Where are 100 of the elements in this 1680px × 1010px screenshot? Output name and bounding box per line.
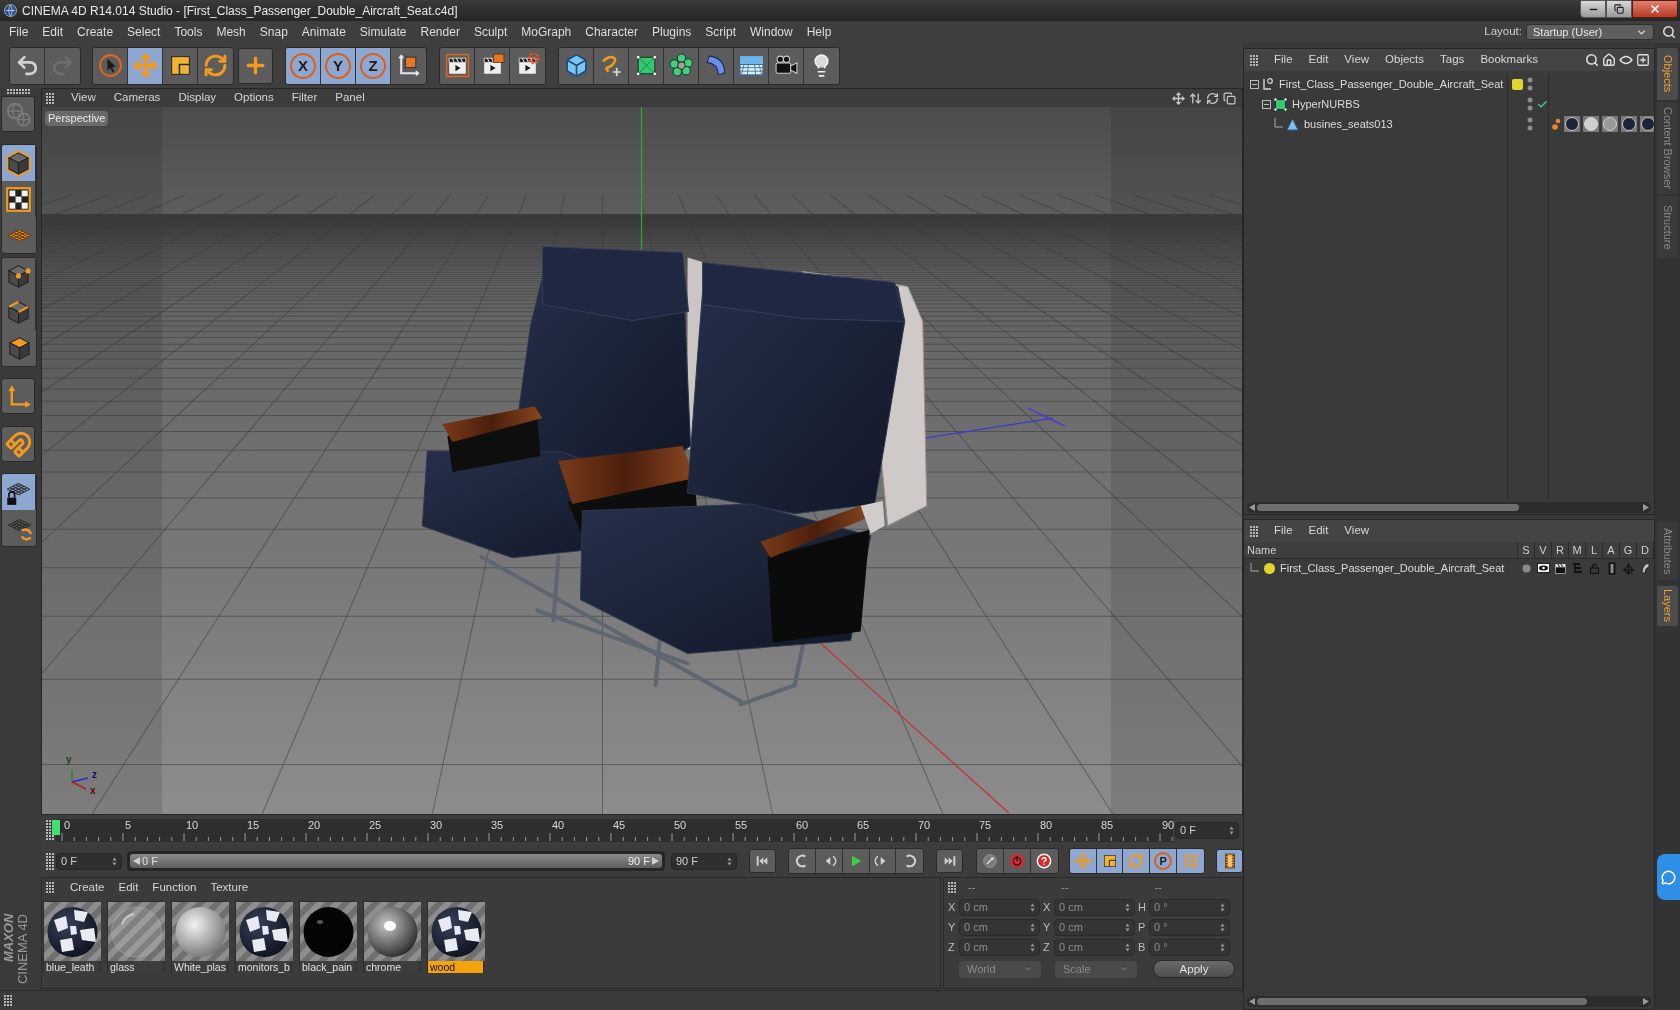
render-view-button[interactable] bbox=[440, 47, 475, 84]
deformer-object-button[interactable] bbox=[699, 47, 734, 84]
menu-item[interactable]: MoGraph bbox=[514, 23, 579, 41]
column-header[interactable]: A bbox=[1603, 542, 1620, 558]
layer-menu-item[interactable]: View bbox=[1336, 522, 1378, 540]
layer-color-swatch[interactable] bbox=[1512, 78, 1523, 90]
viewport-canvas[interactable]: Perspective y z x bbox=[42, 107, 1242, 814]
rotate-tool-button[interactable] bbox=[198, 47, 233, 84]
scrollbar-thumb[interactable] bbox=[1257, 997, 1587, 1005]
snap-toggle-button[interactable] bbox=[1, 426, 35, 462]
add-icon[interactable] bbox=[1636, 53, 1650, 67]
key-parameter-button[interactable]: P bbox=[1150, 849, 1178, 873]
menu-item[interactable]: Help bbox=[799, 23, 839, 41]
home-icon[interactable] bbox=[1602, 53, 1616, 67]
scroll-left-icon[interactable] bbox=[1249, 503, 1255, 511]
previous-frame-button[interactable] bbox=[815, 849, 843, 873]
floor-object-button[interactable] bbox=[734, 47, 769, 84]
column-header[interactable]: V bbox=[1535, 542, 1552, 558]
layer-menu-item[interactable]: File bbox=[1266, 522, 1301, 540]
coordinate-field[interactable]: 0 cm bbox=[1054, 938, 1135, 956]
material-menu-item[interactable]: Edit bbox=[111, 878, 146, 897]
axis-mode-button[interactable] bbox=[1, 378, 35, 414]
column-header[interactable]: G bbox=[1620, 542, 1637, 558]
menu-item[interactable]: Render bbox=[413, 23, 467, 41]
model-mode-button[interactable] bbox=[2, 145, 36, 181]
range-left-arrow-icon[interactable] bbox=[133, 857, 140, 865]
material-menu-item[interactable]: Texture bbox=[203, 878, 256, 897]
two-dots-tag-icon[interactable] bbox=[1552, 117, 1561, 131]
column-header[interactable]: L bbox=[1586, 542, 1603, 558]
object-name[interactable]: busines_seats013 bbox=[1304, 115, 1393, 133]
recent-tool-button[interactable] bbox=[238, 47, 273, 84]
collapse-icon[interactable] bbox=[1250, 79, 1259, 89]
close-button[interactable] bbox=[1632, 0, 1678, 18]
material-tile[interactable]: glass bbox=[107, 901, 164, 973]
visibility-dots-icon[interactable] bbox=[1527, 77, 1533, 91]
subdivision-object-button[interactable] bbox=[629, 47, 664, 84]
object-menu-item[interactable]: Edit bbox=[1300, 51, 1337, 69]
viewport-menu-item[interactable]: Options bbox=[225, 92, 283, 104]
visibility-dots-icon[interactable] bbox=[1527, 97, 1533, 111]
material-menu-item[interactable]: Function bbox=[145, 878, 204, 897]
key-scale-button[interactable] bbox=[1096, 849, 1124, 873]
scrollbar-thumb[interactable] bbox=[1257, 503, 1519, 511]
light-object-button[interactable] bbox=[804, 47, 839, 84]
coordinate-field[interactable]: 0 ° bbox=[1149, 938, 1230, 956]
viewport-menu-item[interactable]: Cameras bbox=[104, 92, 170, 104]
object-menu-item[interactable]: Bookmarks bbox=[1472, 51, 1546, 69]
scroll-left-icon[interactable] bbox=[1249, 997, 1255, 1005]
frame-field[interactable]: 90 F bbox=[671, 852, 737, 870]
coordinate-field[interactable]: 0 cm bbox=[959, 898, 1040, 916]
sphere-tag-icon[interactable] bbox=[1564, 116, 1580, 132]
restore-button[interactable] bbox=[1606, 0, 1632, 18]
viewport-menu-item[interactable]: View bbox=[62, 92, 105, 104]
texture-mode-button[interactable] bbox=[2, 181, 36, 217]
overlapping-squares-icon[interactable] bbox=[1223, 91, 1236, 105]
film-icon[interactable] bbox=[1607, 561, 1616, 575]
menu-item[interactable]: Window bbox=[743, 23, 800, 41]
key-rotation-button[interactable] bbox=[1123, 849, 1151, 873]
undo-button[interactable] bbox=[10, 47, 45, 84]
viewport-menu-item[interactable]: Display bbox=[169, 92, 226, 104]
object-menu-item[interactable]: Objects bbox=[1377, 51, 1433, 69]
side-tab[interactable]: Layers bbox=[1657, 586, 1678, 626]
axis-lock-button[interactable]: Z bbox=[356, 47, 391, 84]
menu-item[interactable]: Create bbox=[70, 23, 121, 41]
curved-wedge-icon[interactable] bbox=[1641, 562, 1650, 574]
help-button[interactable] bbox=[1030, 849, 1058, 873]
column-header[interactable]: M bbox=[1569, 542, 1586, 558]
coordinate-field[interactable]: 0 ° bbox=[1149, 898, 1230, 916]
material-tile[interactable]: chrome bbox=[363, 901, 420, 973]
previous-key-button[interactable] bbox=[789, 849, 816, 873]
cloner-object-button[interactable] bbox=[664, 47, 699, 84]
column-header[interactable]: D bbox=[1637, 542, 1654, 558]
live-selection-button[interactable] bbox=[93, 47, 128, 84]
axis-lock-button[interactable]: X bbox=[286, 47, 321, 84]
object-name[interactable]: HyperNURBS bbox=[1292, 95, 1360, 113]
material-tile[interactable]: black_pain bbox=[299, 901, 356, 973]
go-to-start-button[interactable] bbox=[749, 849, 776, 873]
render-picture-button[interactable] bbox=[475, 47, 510, 84]
scale-tool-button[interactable] bbox=[163, 47, 198, 84]
menu-item[interactable]: Tools bbox=[167, 23, 210, 41]
circular-arrows-icon[interactable] bbox=[1206, 91, 1219, 105]
collapse-icon[interactable] bbox=[1262, 99, 1271, 109]
frame-field[interactable]: 0 F bbox=[1175, 821, 1239, 839]
sphere-tag-icon[interactable] bbox=[1621, 116, 1637, 132]
frame-field[interactable]: 0 F bbox=[56, 852, 122, 870]
check-icon[interactable] bbox=[1537, 98, 1548, 110]
column-header[interactable]: S bbox=[1518, 542, 1535, 558]
coordinate-field[interactable]: 0 cm bbox=[959, 918, 1040, 936]
dot-icon[interactable] bbox=[1522, 563, 1531, 573]
column-header[interactable]: Name bbox=[1244, 542, 1518, 558]
axis-lock-button[interactable]: Y bbox=[321, 47, 356, 84]
layout-dropdown[interactable]: Startup (User) bbox=[1526, 24, 1654, 40]
minimize-button[interactable] bbox=[1580, 0, 1606, 18]
next-frame-button[interactable] bbox=[869, 849, 897, 873]
object-name[interactable]: First_Class_Passenger_Double_Aircraft_Seat bbox=[1279, 75, 1504, 93]
go-to-end-button[interactable] bbox=[936, 849, 964, 873]
viewport-menu-item[interactable]: Filter bbox=[282, 92, 327, 104]
scrollbar-track[interactable] bbox=[1247, 501, 1651, 513]
workplane-sync-button[interactable] bbox=[2, 510, 36, 546]
range-right-arrow-icon[interactable] bbox=[652, 857, 659, 865]
scroll-right-icon[interactable] bbox=[1643, 997, 1649, 1005]
